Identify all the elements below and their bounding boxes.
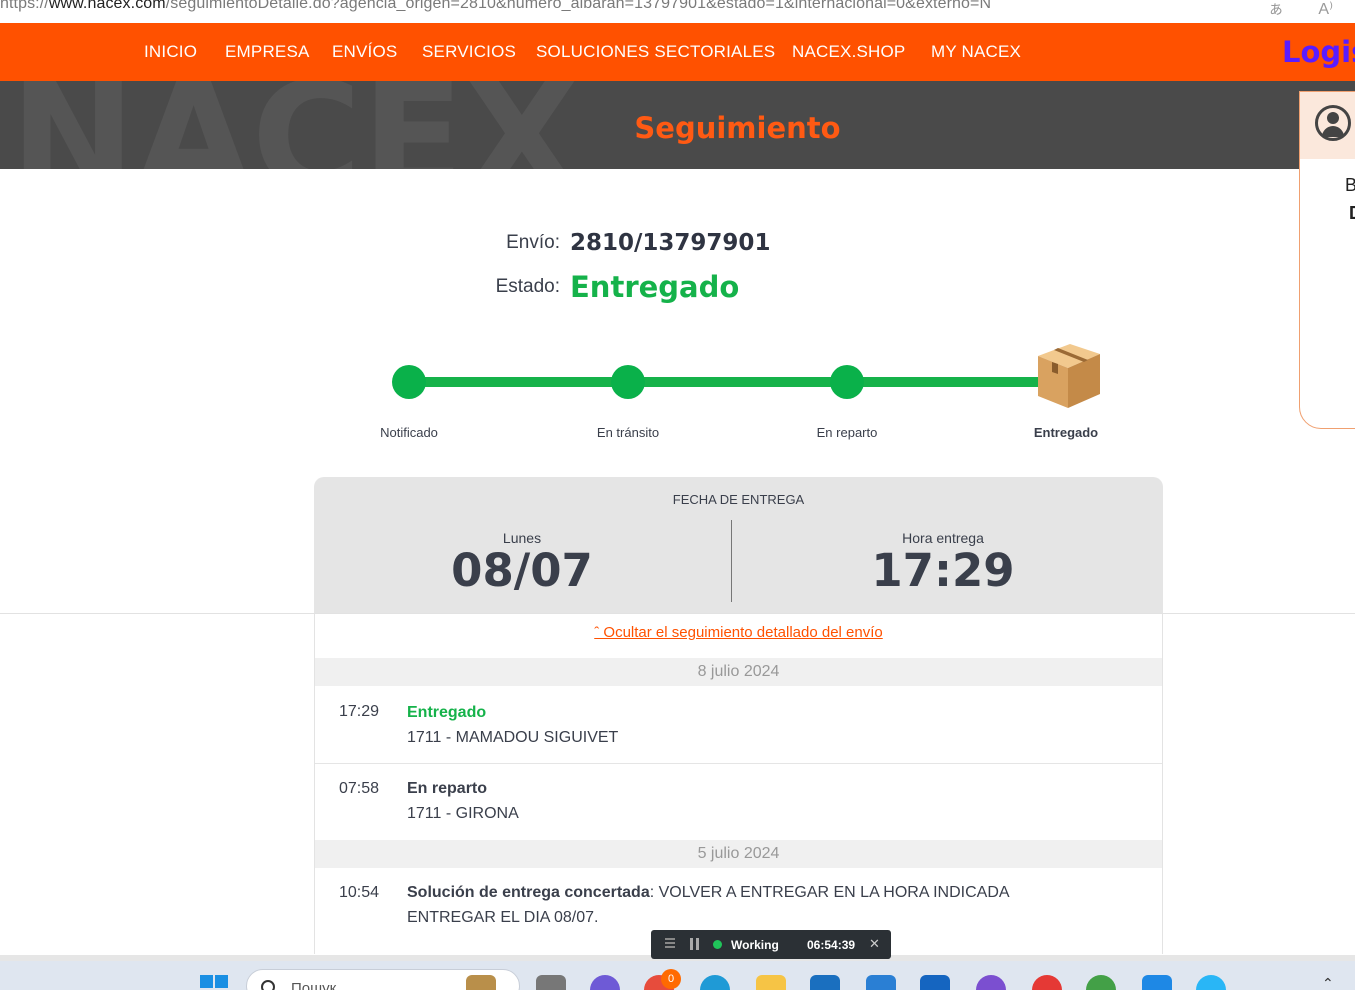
store-icon[interactable] — [866, 975, 896, 990]
event-separator — [315, 763, 1162, 764]
chevron-up-icon[interactable]: ⌃ — [1322, 975, 1334, 990]
step-label-en-reparto: En reparto — [816, 425, 878, 440]
step-dot-en-transito — [611, 365, 645, 399]
logistics-logo[interactable]: Logis — [1282, 35, 1355, 69]
delivery-heading: FECHA DE ENTREGA — [672, 492, 805, 507]
translate-icon[interactable]: ぁ — [1268, 1, 1284, 18]
drag-handle-icon[interactable] — [665, 938, 675, 950]
nav-item-inicio[interactable]: INICIO — [144, 42, 197, 62]
step-label-notificado: Notificado — [380, 425, 438, 440]
pause-icon[interactable] — [690, 938, 699, 950]
shipment-progress: Notificado En tránsito En reparto Entreg… — [0, 330, 1355, 450]
delivery-date: 08/07 — [451, 544, 593, 597]
event-title: En reparto — [407, 780, 488, 797]
tracker-elapsed: 06:54:39 — [807, 938, 856, 952]
main-nav: INICIO EMPRESA ENVÍOS SERVICIOS SOLUCION… — [0, 23, 1355, 81]
close-icon[interactable]: ✕ — [869, 936, 880, 952]
step-dot-notificado — [392, 365, 426, 399]
event-title: Entregado — [407, 704, 487, 721]
task-view-icon[interactable] — [536, 975, 566, 990]
notification-badge: 0 — [661, 969, 681, 989]
nav-item-soluciones-sectoriales[interactable]: SOLUCIONES SECTORIALES — [536, 42, 775, 62]
step-label-en-transito: En tránsito — [596, 425, 660, 440]
mail-icon[interactable] — [810, 975, 840, 990]
tracker-status: Working — [731, 938, 779, 952]
nav-item-servicios[interactable]: SERVICIOS — [422, 42, 516, 62]
teams-icon[interactable] — [590, 975, 620, 990]
widget-icon[interactable] — [466, 975, 496, 990]
nav-item-my-nacex[interactable]: MY NACEX — [931, 42, 1021, 62]
nav-item-nacex-shop[interactable]: NACEX.SHOP — [792, 42, 905, 62]
app-blue-icon[interactable] — [1196, 975, 1226, 990]
hide-detail-link[interactable]: ˆ Ocultar el seguimiento detallado del e… — [315, 624, 1162, 641]
app-red-icon[interactable] — [1032, 975, 1062, 990]
package-delivered-icon — [1038, 344, 1100, 408]
page-title: Seguimiento — [634, 111, 841, 145]
delivery-time: 17:29 — [871, 544, 1015, 597]
search-icon — [261, 980, 275, 990]
read-aloud-icon[interactable]: A⁾ — [1318, 1, 1333, 18]
app-icon[interactable] — [920, 975, 950, 990]
estado-value: Entregado — [570, 270, 740, 304]
event-subtitle: 1711 - MAMADOU SIGUIVET — [407, 729, 619, 746]
envio-number: 2810/13797901 — [570, 230, 771, 256]
event-subtitle: ENTREGAR EL DIA 08/07. — [407, 909, 599, 926]
side-panel-text-bold: D — [1349, 203, 1355, 224]
user-icon[interactable] — [1315, 105, 1351, 141]
app-green-icon[interactable] — [1086, 975, 1116, 990]
event-time: 07:58 — [339, 780, 380, 797]
status-dot-icon — [713, 940, 722, 949]
windows-start-icon[interactable] — [200, 975, 230, 990]
estado-label: Estado: — [495, 276, 560, 297]
nav-item-envios[interactable]: ENVÍOS — [332, 42, 397, 62]
file-explorer-icon[interactable] — [756, 975, 786, 990]
date-group-header: 8 julio 2024 — [315, 658, 1162, 686]
event-time: 17:29 — [339, 703, 380, 720]
url-text[interactable]: https://www.nacex.com/seguimientoDetalle… — [0, 0, 991, 13]
side-panel-text: B — [1345, 175, 1355, 196]
card-divider — [731, 520, 732, 602]
hero-banner: NACEX Seguimiento — [0, 81, 1355, 169]
event-time: 10:54 — [339, 884, 380, 901]
time-tracker-widget[interactable]: Working 06:54:39 ✕ — [651, 930, 891, 959]
viber-icon[interactable] — [976, 975, 1006, 990]
step-label-entregado: Entregado — [1033, 425, 1099, 440]
address-bar[interactable]: https://www.nacex.com/seguimientoDetalle… — [0, 0, 1355, 18]
event-title-line: Solución de entrega concertada: VOLVER A… — [407, 884, 1010, 901]
event-subtitle: 1711 - GIRONA — [407, 805, 519, 822]
edge-icon[interactable] — [700, 975, 730, 990]
delivery-date-card: FECHA DE ENTREGA Lunes 08/07 Hora entreg… — [314, 477, 1163, 614]
progress-line — [420, 377, 1040, 387]
tracking-detail: ˆ Ocultar el seguimiento detallado del e… — [314, 614, 1163, 954]
notepad-icon[interactable] — [1142, 975, 1172, 990]
step-dot-en-reparto — [830, 365, 864, 399]
envio-label: Envío: — [506, 232, 560, 253]
nav-item-empresa[interactable]: EMPRESA — [225, 42, 310, 62]
date-group-header: 5 julio 2024 — [315, 840, 1162, 868]
taskbar: Пошук 0 ⌃ — [0, 961, 1355, 990]
